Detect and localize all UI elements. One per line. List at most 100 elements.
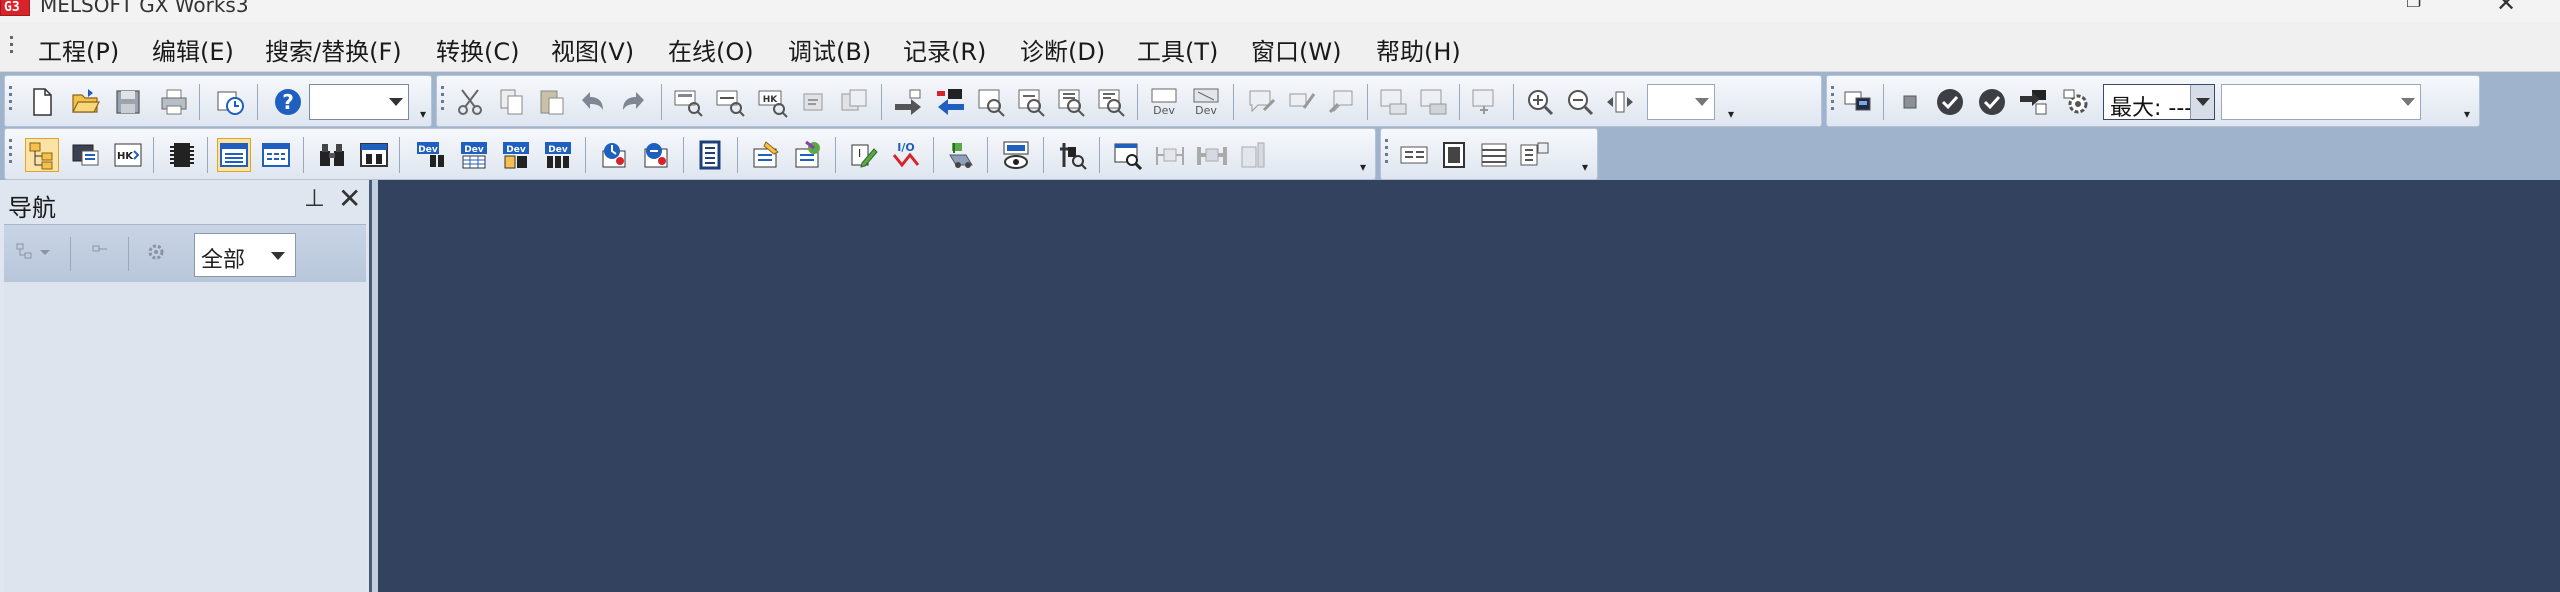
toolbar-overflow-button[interactable]: ▾ — [2459, 106, 2475, 122]
io-check-icon[interactable]: I/O — [889, 138, 923, 172]
menu-record[interactable]: 记录(R) — [903, 32, 986, 67]
progress-window-icon[interactable] — [259, 138, 293, 172]
toolbar-grip[interactable] — [1831, 86, 1835, 114]
write-to-plc-icon[interactable] — [2017, 85, 2051, 119]
open-folder-icon[interactable] — [69, 85, 103, 119]
toolbar-grip[interactable] — [441, 86, 445, 114]
help-icon[interactable]: ? — [271, 85, 305, 119]
monitor-gear-icon[interactable] — [2059, 85, 2093, 119]
navigation-close-icon[interactable]: ✕ — [338, 182, 361, 215]
menu-grip[interactable] — [10, 36, 14, 57]
toolbar-overflow-button[interactable]: ▾ — [415, 106, 431, 122]
navigation-tree-icon[interactable] — [25, 138, 59, 172]
navigation-filter-combo[interactable]: 全部 — [194, 233, 296, 277]
statement-edit-icon[interactable] — [1245, 85, 1279, 119]
template-icon[interactable] — [1469, 85, 1503, 119]
find-coil-icon[interactable] — [1015, 85, 1049, 119]
ladder-delete-row-icon[interactable] — [1417, 85, 1451, 119]
menu-find-replace[interactable]: 搜索/替换(F) — [265, 32, 402, 67]
zoom-in-icon[interactable] — [1523, 85, 1557, 119]
toolbar-overflow-button[interactable]: ▾ — [1577, 159, 1593, 175]
find-previous-icon[interactable] — [1055, 85, 1089, 119]
binoculars-icon[interactable] — [315, 138, 349, 172]
undo-icon[interactable] — [575, 85, 609, 119]
cross-reference-icon[interactable] — [837, 85, 871, 119]
cut-icon[interactable] — [453, 85, 487, 119]
watch-window-icon[interactable] — [357, 138, 391, 172]
find-contact-icon[interactable] — [975, 85, 1009, 119]
menu-convert[interactable]: 转换(C) — [436, 32, 519, 67]
ladder-insert-row-icon[interactable] — [1377, 85, 1411, 119]
scan-time-combo[interactable]: 最大: --- — [2103, 84, 2215, 121]
parameter-search-icon[interactable] — [1055, 138, 1089, 172]
restore-window-button[interactable]: ❐ — [2406, 0, 2421, 12]
menu-diagnostics[interactable]: 诊断(D) — [1020, 32, 1105, 67]
help-search-combo[interactable] — [309, 84, 409, 120]
toolbar-grip[interactable] — [9, 86, 13, 114]
chevron-down-icon[interactable] — [384, 85, 408, 119]
ladder-block-bold-icon[interactable] — [1195, 138, 1229, 172]
save-disk-icon[interactable] — [111, 85, 145, 119]
ladder-block-icon[interactable] — [1153, 138, 1187, 172]
new-file-icon[interactable] — [25, 85, 59, 119]
label-edit-icon[interactable]: I — [847, 138, 881, 172]
chevron-down-icon[interactable] — [2190, 85, 2214, 119]
redo-icon[interactable] — [617, 85, 651, 119]
device-search-icon[interactable] — [671, 85, 705, 119]
device-test-icon[interactable]: Dev — [541, 138, 575, 172]
data-list-icon[interactable] — [1235, 138, 1269, 172]
menu-window[interactable]: 窗口(W) — [1251, 32, 1341, 67]
menu-project[interactable]: 工程(P) — [38, 32, 119, 67]
module-config-icon[interactable] — [165, 138, 199, 172]
device-statement-icon[interactable]: Dev — [1189, 85, 1223, 119]
print-icon[interactable] — [157, 85, 191, 119]
diagnostics-settings-icon[interactable] — [791, 138, 825, 172]
menu-tool[interactable]: 工具(T) — [1137, 32, 1218, 67]
window-list-icon[interactable] — [1477, 138, 1511, 172]
pin-icon[interactable]: ⊥ — [304, 184, 325, 212]
output-window-icon[interactable] — [217, 138, 251, 172]
jump-icon[interactable] — [891, 85, 925, 119]
window-arrange-icon[interactable] — [1517, 138, 1551, 172]
verify-all-check-icon[interactable] — [1975, 85, 2009, 119]
instruction-search-icon[interactable] — [713, 85, 747, 119]
event-history-icon[interactable] — [693, 138, 727, 172]
module-diagnostics-icon[interactable] — [749, 138, 783, 172]
menu-help[interactable]: 帮助(H) — [1376, 32, 1461, 67]
navigation-settings-button[interactable] — [144, 237, 168, 267]
connection-destination-icon[interactable] — [1841, 85, 1875, 119]
replace-icon[interactable] — [797, 85, 831, 119]
close-window-button[interactable]: ✕ — [2496, 0, 2516, 17]
window-cascade-icon[interactable] — [1397, 138, 1431, 172]
zoom-out-icon[interactable] — [1563, 85, 1597, 119]
element-selection-icon[interactable] — [69, 138, 103, 172]
screen-view-icon[interactable] — [999, 138, 1033, 172]
find-result-icon[interactable]: HK — [111, 138, 145, 172]
note-edit-icon[interactable] — [1285, 85, 1319, 119]
toolbar-overflow-button[interactable]: ▾ — [1723, 106, 1739, 122]
view-mode-button[interactable] — [14, 237, 52, 267]
chevron-down-icon[interactable] — [2396, 85, 2420, 119]
monitor-stop-icon[interactable] — [639, 138, 673, 172]
simulation-icon[interactable] — [945, 138, 979, 172]
find-next-icon[interactable] — [1095, 85, 1129, 119]
device-batch-icon[interactable]: Dev — [457, 138, 491, 172]
verify-check-icon[interactable] — [1933, 85, 1967, 119]
collapse-tree-button[interactable] — [90, 237, 114, 267]
project-tree[interactable] — [4, 282, 366, 592]
chevron-down-icon[interactable] — [1690, 85, 1714, 119]
toolbar-grip[interactable] — [1385, 139, 1389, 167]
toolbar-grip[interactable] — [9, 139, 13, 167]
zoom-combo[interactable] — [1647, 84, 1715, 120]
chevron-down-icon[interactable] — [271, 252, 285, 260]
comment-edit-icon[interactable] — [1325, 85, 1359, 119]
menu-view[interactable]: 视图(V) — [551, 32, 634, 67]
string-search-icon[interactable]: HK — [755, 85, 789, 119]
device-comment-icon[interactable]: Dev — [1147, 85, 1181, 119]
copy-icon[interactable] — [495, 85, 529, 119]
zoom-fit-icon[interactable] — [1603, 85, 1637, 119]
device-list-jump-icon[interactable] — [933, 85, 967, 119]
toolbar-overflow-button[interactable]: ▾ — [1355, 159, 1371, 175]
menu-online[interactable]: 在线(O) — [668, 32, 754, 67]
paste-icon[interactable] — [535, 85, 569, 119]
